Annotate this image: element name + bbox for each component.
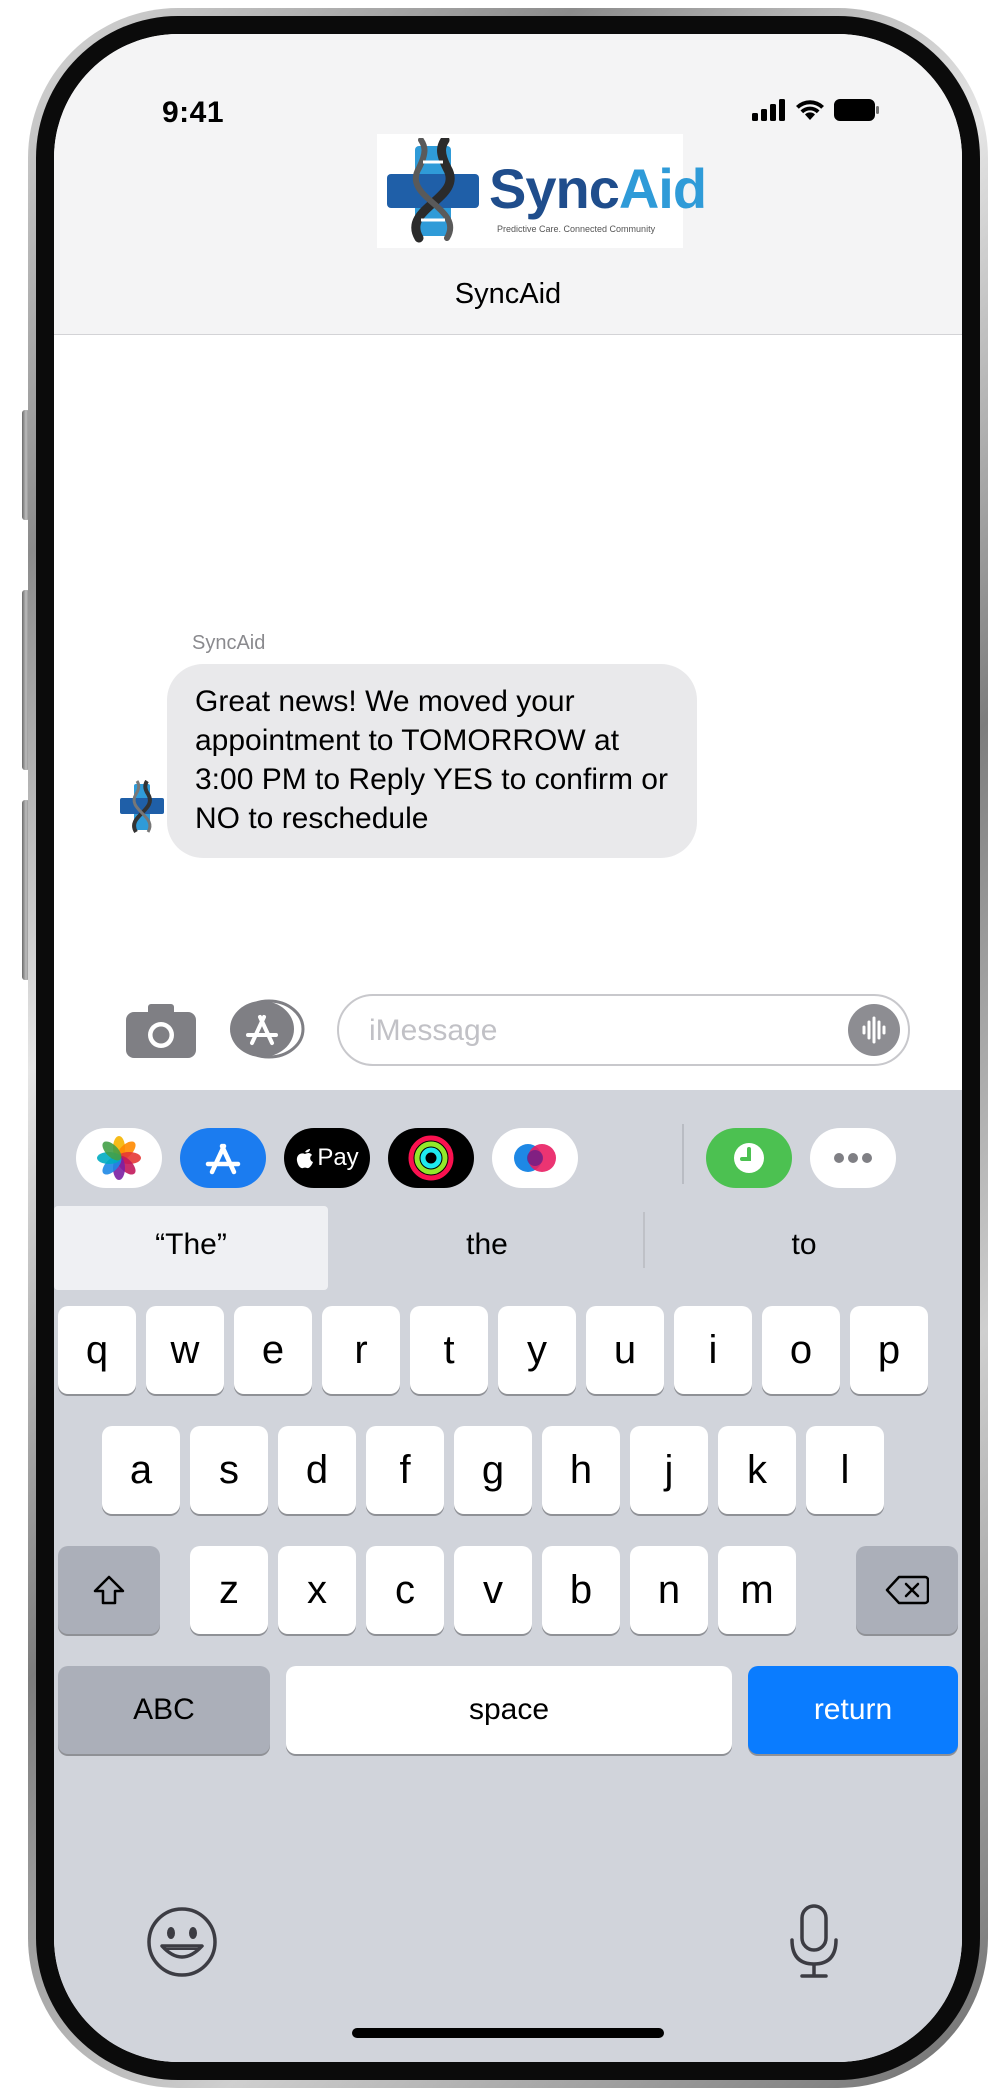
key-n[interactable]: n (630, 1546, 708, 1634)
backspace-icon (885, 1575, 929, 1605)
message-text: Great news! We moved your appointment to… (195, 685, 668, 835)
key-x[interactable]: x (278, 1546, 356, 1634)
contact-logo: SyncAid Predictive Care. Connected Commu… (377, 134, 707, 248)
waveform-icon (862, 1016, 886, 1044)
delete-key[interactable] (856, 1546, 958, 1634)
app-store-apps-icon[interactable] (228, 999, 306, 1059)
status-time: 9:41 (162, 96, 225, 129)
abc-key[interactable]: ABC (58, 1666, 270, 1754)
apple-pay-icon (297, 1149, 314, 1169)
microphone-icon[interactable] (784, 1902, 844, 1982)
conversation-header: 9:41 SyncAid Predictive Care. Connected … (54, 34, 962, 335)
key-b[interactable]: b (542, 1546, 620, 1634)
more-apps-button[interactable] (810, 1128, 896, 1188)
photos-icon (97, 1136, 141, 1180)
phone-screen: 9:41 SyncAid Predictive Care. Connected … (54, 34, 962, 2062)
key-o[interactable]: o (762, 1306, 840, 1394)
photos-app-button[interactable] (76, 1128, 162, 1188)
camera-icon[interactable] (126, 1002, 196, 1058)
key-g[interactable]: g (454, 1426, 532, 1514)
key-h[interactable]: h (542, 1426, 620, 1514)
activity-app-button[interactable] (388, 1128, 474, 1188)
key-u[interactable]: u (586, 1306, 664, 1394)
key-a[interactable]: a (102, 1426, 180, 1514)
cellular-signal-icon (752, 99, 785, 121)
incoming-message-bubble[interactable]: Great news! We moved your appointment to… (167, 664, 697, 858)
battery-icon (834, 99, 879, 121)
key-w[interactable]: w (146, 1306, 224, 1394)
shift-icon (93, 1575, 125, 1605)
key-i[interactable]: i (674, 1306, 752, 1394)
key-s[interactable]: s (190, 1426, 268, 1514)
status-icons (752, 98, 880, 122)
key-p[interactable]: p (850, 1306, 928, 1394)
suggestion-3[interactable]: to (646, 1228, 962, 1262)
suggestion-1[interactable]: “The” (54, 1228, 328, 1262)
logo-word-aid: Aid (618, 157, 707, 220)
logo-wordmark: SyncAid (489, 156, 707, 221)
key-c[interactable]: c (366, 1546, 444, 1634)
audio-message-button[interactable] (848, 1004, 900, 1056)
suggestion-divider (643, 1212, 645, 1268)
key-j[interactable]: j (630, 1426, 708, 1514)
key-f[interactable]: f (366, 1426, 444, 1514)
contact-name[interactable]: SyncAid (54, 278, 962, 311)
apple-pay-label: Pay (317, 1144, 359, 1171)
key-k[interactable]: k (718, 1426, 796, 1514)
logo-word-sync: Sync (489, 157, 620, 220)
clock-app-button[interactable] (706, 1128, 792, 1188)
message-sender-label: SyncAid (192, 632, 266, 654)
sender-avatar-icon (120, 780, 164, 834)
key-d[interactable]: d (278, 1426, 356, 1514)
clock-icon (734, 1143, 764, 1173)
shift-key[interactable] (58, 1546, 160, 1634)
home-indicator[interactable] (352, 2028, 664, 2038)
app-store-app-button[interactable] (180, 1128, 266, 1188)
wifi-icon (796, 100, 824, 120)
key-y[interactable]: y (498, 1306, 576, 1394)
app-strip-divider (682, 1124, 684, 1184)
emoji-icon[interactable] (144, 1904, 220, 1980)
key-v[interactable]: v (454, 1546, 532, 1634)
app-store-icon (205, 1143, 241, 1175)
syncaid-logo-icon (387, 138, 479, 243)
imessage-placeholder: iMessage (369, 1014, 498, 1047)
space-key[interactable]: space (286, 1666, 732, 1754)
suggestion-2[interactable]: the (334, 1228, 640, 1262)
more-icon (834, 1153, 872, 1163)
apple-pay-app-button[interactable]: Pay (284, 1128, 370, 1188)
imessage-input[interactable]: iMessage (337, 994, 910, 1066)
key-q[interactable]: q (58, 1306, 136, 1394)
key-z[interactable]: z (190, 1546, 268, 1634)
key-m[interactable]: m (718, 1546, 796, 1634)
key-t[interactable]: t (410, 1306, 488, 1394)
logo-tagline: Predictive Care. Connected Community (497, 224, 656, 234)
digital-touch-icon (514, 1144, 556, 1172)
key-e[interactable]: e (234, 1306, 312, 1394)
key-l[interactable]: l (806, 1426, 884, 1514)
digital-touch-app-button[interactable] (492, 1128, 578, 1188)
activity-icon (408, 1135, 454, 1181)
return-key[interactable]: return (748, 1666, 958, 1754)
key-r[interactable]: r (322, 1306, 400, 1394)
